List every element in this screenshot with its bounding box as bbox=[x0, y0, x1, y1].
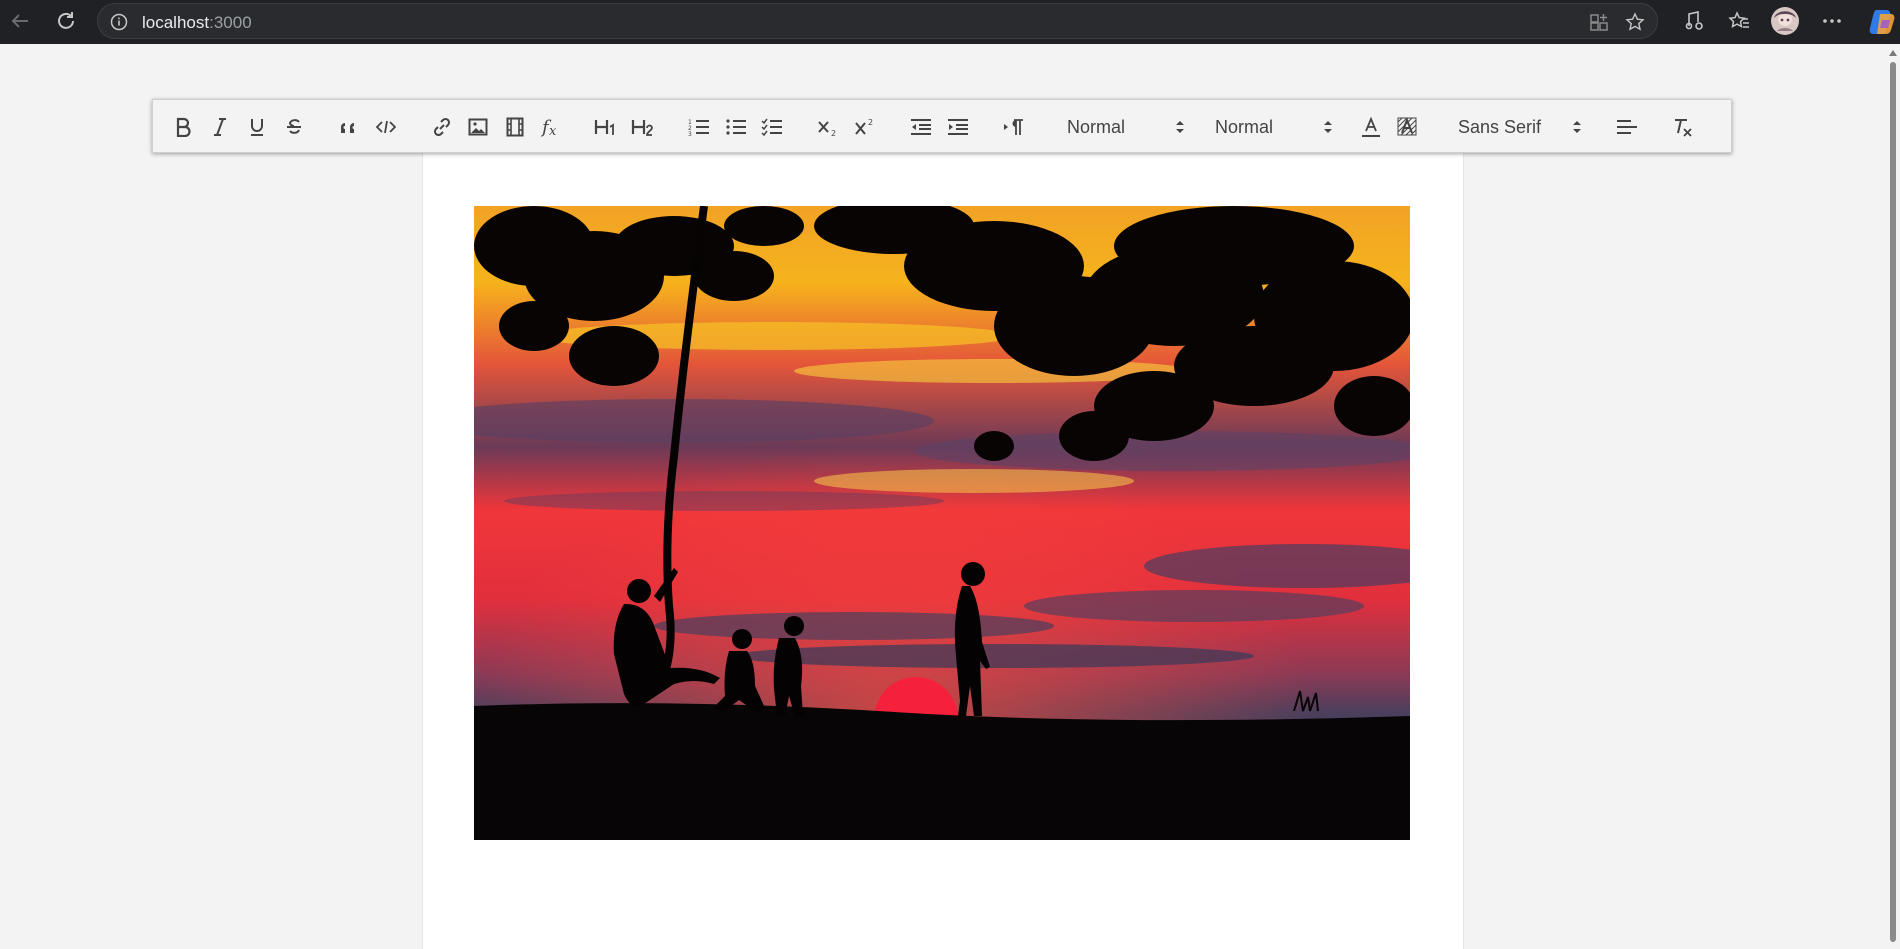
embedded-image[interactable] bbox=[474, 206, 1410, 840]
app-available-icon[interactable] bbox=[1589, 12, 1609, 37]
outdent-button[interactable] bbox=[909, 115, 933, 139]
editor-toolbar: fx 123 2 2 Normal Normal Sans Serif bbox=[152, 99, 1732, 153]
font-picker[interactable]: Sans Serif bbox=[1458, 114, 1582, 140]
more-menu-icon[interactable] bbox=[1815, 4, 1849, 38]
font-picker-value: Sans Serif bbox=[1458, 116, 1542, 137]
link-button[interactable] bbox=[430, 115, 454, 139]
browser-toolbar: localhost:3000 bbox=[0, 0, 1900, 44]
align-button[interactable] bbox=[1615, 115, 1639, 139]
media-control-icon[interactable] bbox=[1677, 4, 1711, 38]
reload-icon[interactable] bbox=[49, 4, 83, 38]
italic-button[interactable] bbox=[208, 115, 232, 139]
address-bar[interactable]: localhost:3000 bbox=[97, 3, 1658, 39]
header-1-button[interactable] bbox=[594, 115, 618, 139]
page-scrollbar[interactable] bbox=[1886, 44, 1900, 949]
formula-button[interactable]: fx bbox=[539, 115, 563, 139]
url-text: localhost:3000 bbox=[142, 13, 252, 32]
sunset-silhouette-image bbox=[474, 206, 1410, 840]
picker-arrows-icon bbox=[1176, 121, 1184, 133]
checklist-button[interactable] bbox=[760, 115, 784, 139]
bullet-list-button[interactable] bbox=[724, 115, 748, 139]
indent-button[interactable] bbox=[946, 115, 970, 139]
svg-text:2: 2 bbox=[868, 118, 873, 127]
header-picker-value: Normal bbox=[1067, 116, 1126, 137]
picker-arrows-icon bbox=[1573, 121, 1581, 133]
text-direction-button[interactable] bbox=[1002, 115, 1026, 139]
underline-button[interactable] bbox=[245, 115, 269, 139]
clear-formatting-button[interactable] bbox=[1671, 115, 1695, 139]
profile-avatar[interactable] bbox=[1768, 4, 1802, 38]
svg-text:x: x bbox=[549, 124, 557, 138]
size-picker[interactable]: Normal bbox=[1215, 114, 1333, 140]
image-button[interactable] bbox=[466, 115, 490, 139]
video-button[interactable] bbox=[503, 115, 527, 139]
scroll-up-icon[interactable] bbox=[1889, 50, 1897, 56]
scrollbar-thumb[interactable] bbox=[1890, 62, 1896, 942]
strikethrough-button[interactable] bbox=[282, 115, 306, 139]
header-2-button[interactable] bbox=[631, 115, 655, 139]
ordered-list-button[interactable]: 123 bbox=[687, 115, 711, 139]
favorite-star-icon[interactable] bbox=[1625, 12, 1645, 37]
text-color-button[interactable] bbox=[1359, 115, 1383, 139]
blockquote-button[interactable] bbox=[337, 115, 361, 139]
background-color-button[interactable] bbox=[1395, 115, 1419, 139]
copilot-icon[interactable] bbox=[1866, 4, 1900, 38]
header-picker[interactable]: Normal bbox=[1067, 114, 1185, 140]
svg-text:3: 3 bbox=[688, 131, 692, 136]
code-block-button[interactable] bbox=[374, 115, 398, 139]
back-icon[interactable] bbox=[3, 4, 37, 38]
favorites-icon[interactable] bbox=[1722, 4, 1756, 38]
subscript-button[interactable]: 2 bbox=[816, 115, 840, 139]
bold-button[interactable] bbox=[172, 115, 196, 139]
size-picker-value: Normal bbox=[1215, 116, 1274, 137]
svg-text:2: 2 bbox=[831, 129, 836, 137]
site-info-icon[interactable] bbox=[110, 13, 128, 36]
picker-arrows-icon bbox=[1324, 121, 1332, 133]
superscript-button[interactable]: 2 bbox=[853, 115, 877, 139]
